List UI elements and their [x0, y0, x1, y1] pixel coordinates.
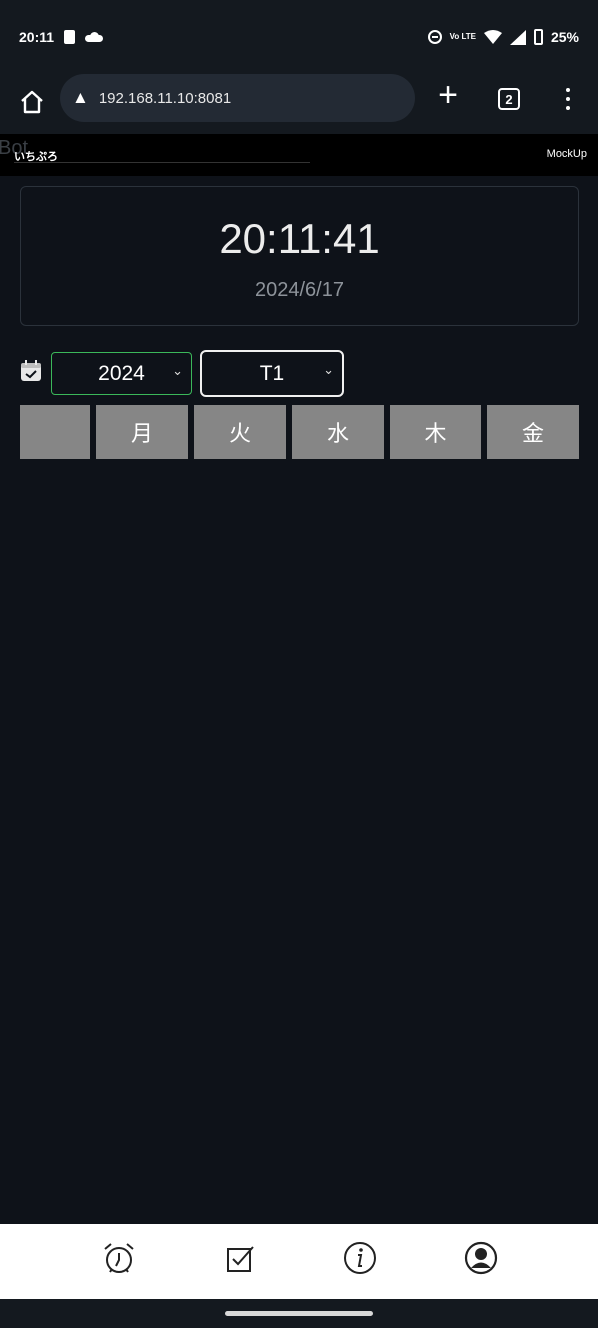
alarm-clock-icon[interactable]	[102, 1241, 136, 1275]
url-text: 192.168.11.10:8081	[98, 89, 232, 107]
calendar-check-icon	[21, 360, 41, 381]
volte-icon: Vo LTE	[449, 32, 476, 41]
new-tab-button[interactable]: +	[432, 78, 464, 112]
warning-icon[interactable]: ▲	[72, 88, 89, 108]
year-select[interactable]: 2024 ⌄	[51, 352, 192, 395]
more-options-icon[interactable]	[560, 84, 576, 114]
term-value: T1	[259, 361, 285, 385]
weekday-wednesday[interactable]: 水	[292, 405, 384, 459]
address-bar[interactable]: ▲ 192.168.11.10:8081	[60, 74, 415, 122]
year-value: 2024	[98, 361, 145, 385]
chevron-down-icon: ⌄	[323, 362, 334, 377]
tab-switcher-button[interactable]: 2	[498, 88, 520, 110]
info-icon[interactable]	[343, 1241, 377, 1275]
signal-icon	[509, 29, 526, 45]
clock-time: 20:11:41	[219, 215, 380, 262]
chevron-down-icon: ⌄	[172, 363, 183, 378]
weekday-tuesday[interactable]: 火	[194, 405, 286, 459]
battery-percent: 25%	[550, 29, 579, 45]
gesture-handle[interactable]	[225, 1311, 373, 1316]
status-bar: 20:11 Vo LTE 25%	[0, 0, 598, 74]
clock-date: 2024/6/17	[255, 279, 344, 301]
wifi-icon	[483, 30, 502, 44]
weekday-thursday[interactable]: 木	[390, 405, 481, 459]
battery-icon	[533, 29, 543, 45]
do-not-disturb-icon	[427, 30, 442, 44]
home-icon[interactable]	[18, 88, 46, 116]
mockup-label[interactable]: MockUp	[547, 148, 587, 160]
weekday-blank-cell[interactable]	[20, 405, 90, 459]
checkbox-icon[interactable]	[223, 1241, 257, 1275]
bottom-navigation	[0, 1224, 598, 1299]
weekday-monday[interactable]: 月	[96, 405, 188, 459]
status-time: 20:11	[19, 29, 55, 45]
sd-card-icon	[64, 30, 76, 44]
account-icon[interactable]	[464, 1241, 498, 1275]
brand-underline	[14, 162, 310, 163]
cloud-icon	[85, 32, 104, 42]
weekday-friday[interactable]: 金	[487, 405, 579, 459]
system-navigation-bar	[0, 1299, 598, 1328]
term-select[interactable]: T1 ⌄	[200, 350, 344, 397]
browser-toolbar: ▲ 192.168.11.10:8081 + 2	[0, 74, 598, 134]
clock-card: 20:11:41 2024/6/17	[20, 186, 579, 326]
page-header: Bot いちぷろ MockUp	[0, 134, 598, 176]
